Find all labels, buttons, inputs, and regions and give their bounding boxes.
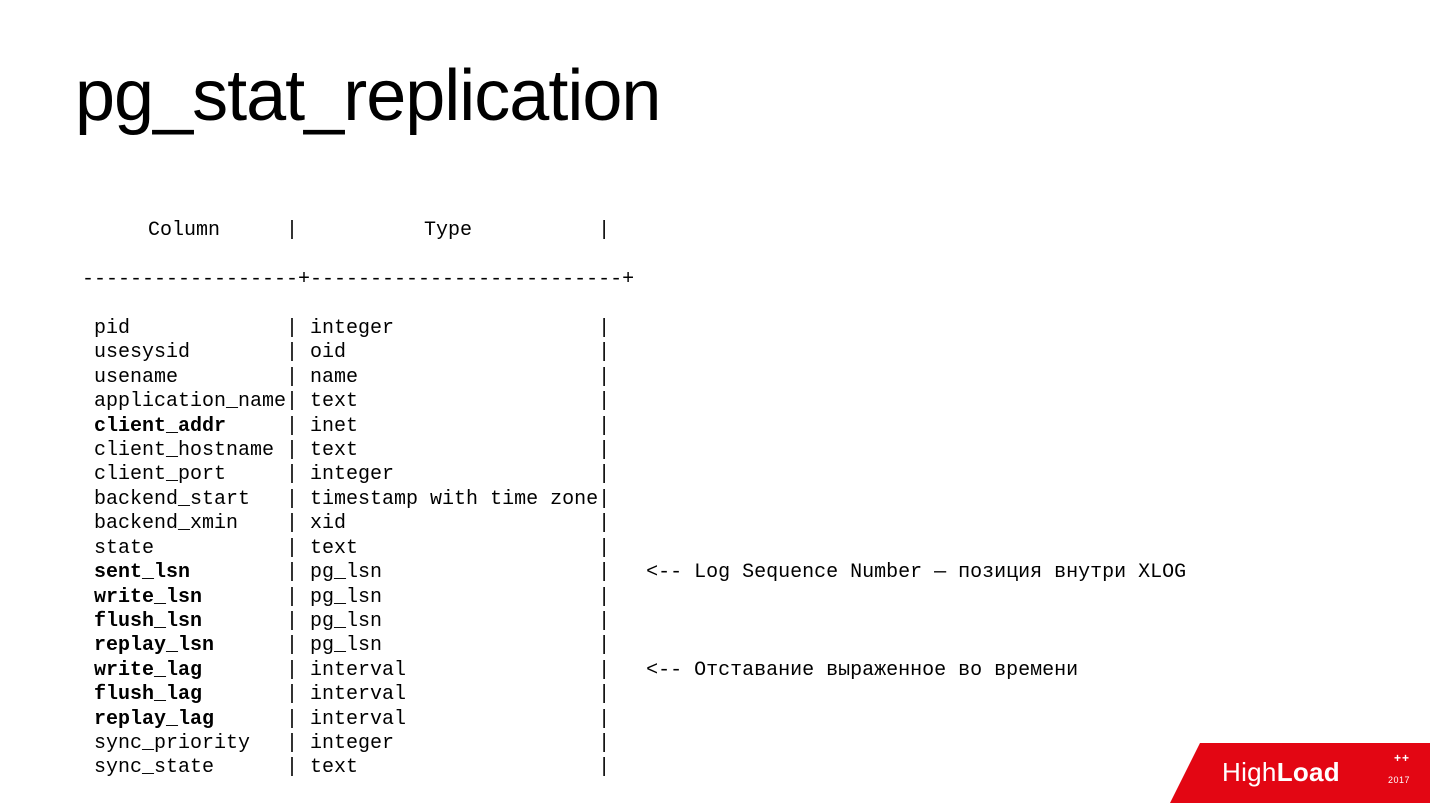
table-row: backend_xmin| xid| (82, 512, 1186, 536)
logo-text: HighLoad (1222, 757, 1340, 788)
column-name: flush_lsn (82, 610, 286, 634)
column-name: backend_start (82, 488, 286, 512)
column-name: replay_lsn (82, 634, 286, 658)
column-name: client_port (82, 463, 286, 487)
column-name: state (82, 537, 286, 561)
column-name: flush_lag (82, 683, 286, 707)
table-row: state| text| (82, 537, 1186, 561)
column-type: pg_lsn (298, 610, 598, 634)
column-name: client_addr (82, 415, 286, 439)
table-row: replay_lag| interval| (82, 708, 1186, 732)
slide-title: pg_stat_replication (75, 55, 660, 137)
table-row: sync_priority| integer| (82, 732, 1186, 756)
column-name: sent_lsn (82, 561, 286, 585)
row-annotation: <-- Log Sequence Number — позиция внутри… (610, 561, 1186, 584)
separator-row: ------------------+---------------------… (82, 268, 1186, 292)
column-name: write_lag (82, 659, 286, 683)
column-type: pg_lsn (298, 586, 598, 610)
column-type: text (298, 756, 598, 780)
column-type: text (298, 439, 598, 463)
table-row: usesysid| oid| (82, 341, 1186, 365)
column-type: pg_lsn (298, 634, 598, 658)
table-row: client_port| integer| (82, 463, 1186, 487)
column-type: integer (298, 317, 598, 341)
column-type: name (298, 366, 598, 390)
column-name: client_hostname (82, 439, 286, 463)
column-type: integer (298, 732, 598, 756)
column-name: replay_lag (82, 708, 286, 732)
row-annotation: <-- Отставание выраженное во времени (610, 659, 1078, 682)
table-row: pid| integer| (82, 317, 1186, 341)
highload-logo: HighLoad ++ 2017 (1170, 743, 1430, 803)
column-type: text (298, 537, 598, 561)
column-type: xid (298, 512, 598, 536)
table-row: flush_lsn| pg_lsn| (82, 610, 1186, 634)
column-type: interval (298, 659, 598, 683)
table-row: sync_state| text| (82, 756, 1186, 780)
logo-year: 2017 (1388, 775, 1410, 785)
column-type: inet (298, 415, 598, 439)
table-row: replay_lsn| pg_lsn| (82, 634, 1186, 658)
header-column: Column (82, 219, 286, 243)
table-row: client_hostname| text| (82, 439, 1186, 463)
table-row: flush_lag| interval| (82, 683, 1186, 707)
column-name: pid (82, 317, 286, 341)
header-type: Type (298, 219, 598, 243)
column-type: integer (298, 463, 598, 487)
column-type: timestamp with time zone (298, 488, 598, 512)
column-name: write_lsn (82, 586, 286, 610)
table-row: sent_lsn| pg_lsn| <-- Log Sequence Numbe… (82, 561, 1186, 585)
table-row: write_lag| interval| <-- Отставание выра… (82, 659, 1186, 683)
table-definition: Column|Type| ------------------+--------… (82, 195, 1186, 805)
table-row: write_lsn| pg_lsn| (82, 586, 1186, 610)
column-name: sync_state (82, 756, 286, 780)
logo-plus-icon: ++ (1394, 751, 1410, 765)
column-type: pg_lsn (298, 561, 598, 585)
column-name: usesysid (82, 341, 286, 365)
column-name: usename (82, 366, 286, 390)
column-type: interval (298, 683, 598, 707)
column-name: sync_priority (82, 732, 286, 756)
column-name: application_name (82, 390, 286, 414)
column-type: text (298, 390, 598, 414)
column-type: interval (298, 708, 598, 732)
table-row: backend_start| timestamp with time zone| (82, 488, 1186, 512)
table-row: client_addr| inet| (82, 415, 1186, 439)
table-row: application_name| text| (82, 390, 1186, 414)
column-type: oid (298, 341, 598, 365)
table-row: usename| name| (82, 366, 1186, 390)
table-header-row: Column|Type| (82, 219, 1186, 243)
column-name: backend_xmin (82, 512, 286, 536)
